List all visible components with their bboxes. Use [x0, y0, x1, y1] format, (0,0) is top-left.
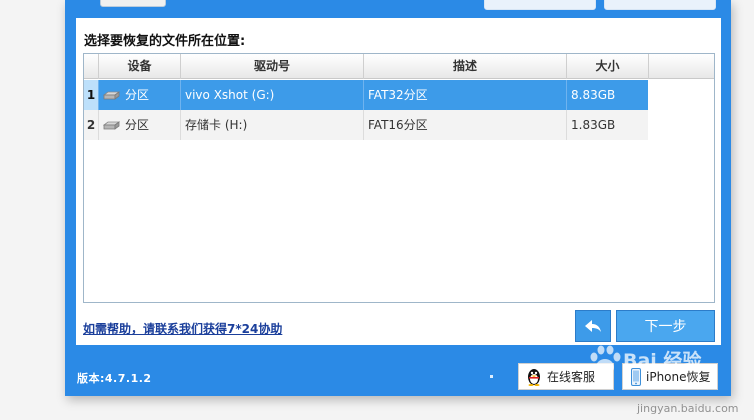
drive-cell: 存储卡 (H:)	[181, 110, 364, 140]
back-button[interactable]	[575, 310, 611, 342]
device-cell: 分区	[99, 110, 181, 140]
column-header-index	[84, 54, 99, 79]
column-header-description[interactable]: 描述	[364, 54, 567, 79]
disk-drive-icon	[103, 90, 120, 100]
section-title: 选择要恢复的文件所在位置:	[84, 34, 246, 49]
description-cell: FAT16分区	[364, 110, 567, 140]
disk-drive-icon	[103, 120, 120, 130]
online-support-label: 在线客服	[547, 370, 596, 384]
recovery-window: 选择要恢复的文件所在位置: 设备 驱动号 描述 大小 1 分区 vivo Xsh…	[65, 0, 731, 396]
table-row[interactable]: 2 分区 存储卡 (H:) FAT16分区 1.83GB	[84, 110, 648, 140]
device-label: 分区	[125, 118, 150, 132]
top-tab-1[interactable]	[484, 0, 596, 10]
title-bar	[65, 0, 731, 18]
status-dot	[490, 375, 493, 378]
description-cell: FAT32分区	[364, 80, 567, 110]
version-label: 版本:4.7.1.2	[77, 372, 152, 385]
column-header-size[interactable]: 大小	[567, 54, 649, 79]
size-cell: 1.83GB	[571, 118, 616, 132]
back-arrow-icon	[585, 320, 601, 332]
app-logo	[100, 0, 166, 7]
iphone-recovery-label: iPhone恢复	[646, 370, 711, 384]
online-support-button[interactable]: 在线客服	[518, 363, 614, 390]
device-label: 分区	[125, 88, 150, 102]
content-panel: 选择要恢复的文件所在位置: 设备 驱动号 描述 大小 1 分区 vivo Xsh…	[76, 18, 721, 345]
size-cell: 8.83GB	[571, 88, 616, 102]
row-index: 2	[84, 110, 99, 140]
column-header-device[interactable]: 设备	[99, 54, 181, 79]
drive-cell: vivo Xshot (G:)	[181, 80, 364, 110]
phone-icon	[631, 367, 641, 386]
iphone-recovery-button[interactable]: iPhone恢复	[622, 363, 718, 390]
next-step-button[interactable]: 下一步	[616, 310, 715, 342]
watermark-sub: jingyan.baidu.com	[637, 402, 739, 415]
row-index: 1	[84, 80, 99, 110]
table-row[interactable]: 1 分区 vivo Xshot (G:) FAT32分区 8.83GB	[84, 80, 648, 110]
column-header-drive[interactable]: 驱动号	[181, 54, 364, 79]
top-tab-2[interactable]	[604, 0, 716, 10]
drive-table: 设备 驱动号 描述 大小 1 分区 vivo Xshot (G:) FAT32分…	[83, 53, 715, 303]
device-cell: 分区	[99, 80, 181, 110]
help-link[interactable]: 如需帮助，请联系我们获得7*24协助	[83, 320, 282, 337]
table-header: 设备 驱动号 描述 大小	[84, 54, 714, 79]
qq-penguin-icon	[528, 368, 540, 386]
